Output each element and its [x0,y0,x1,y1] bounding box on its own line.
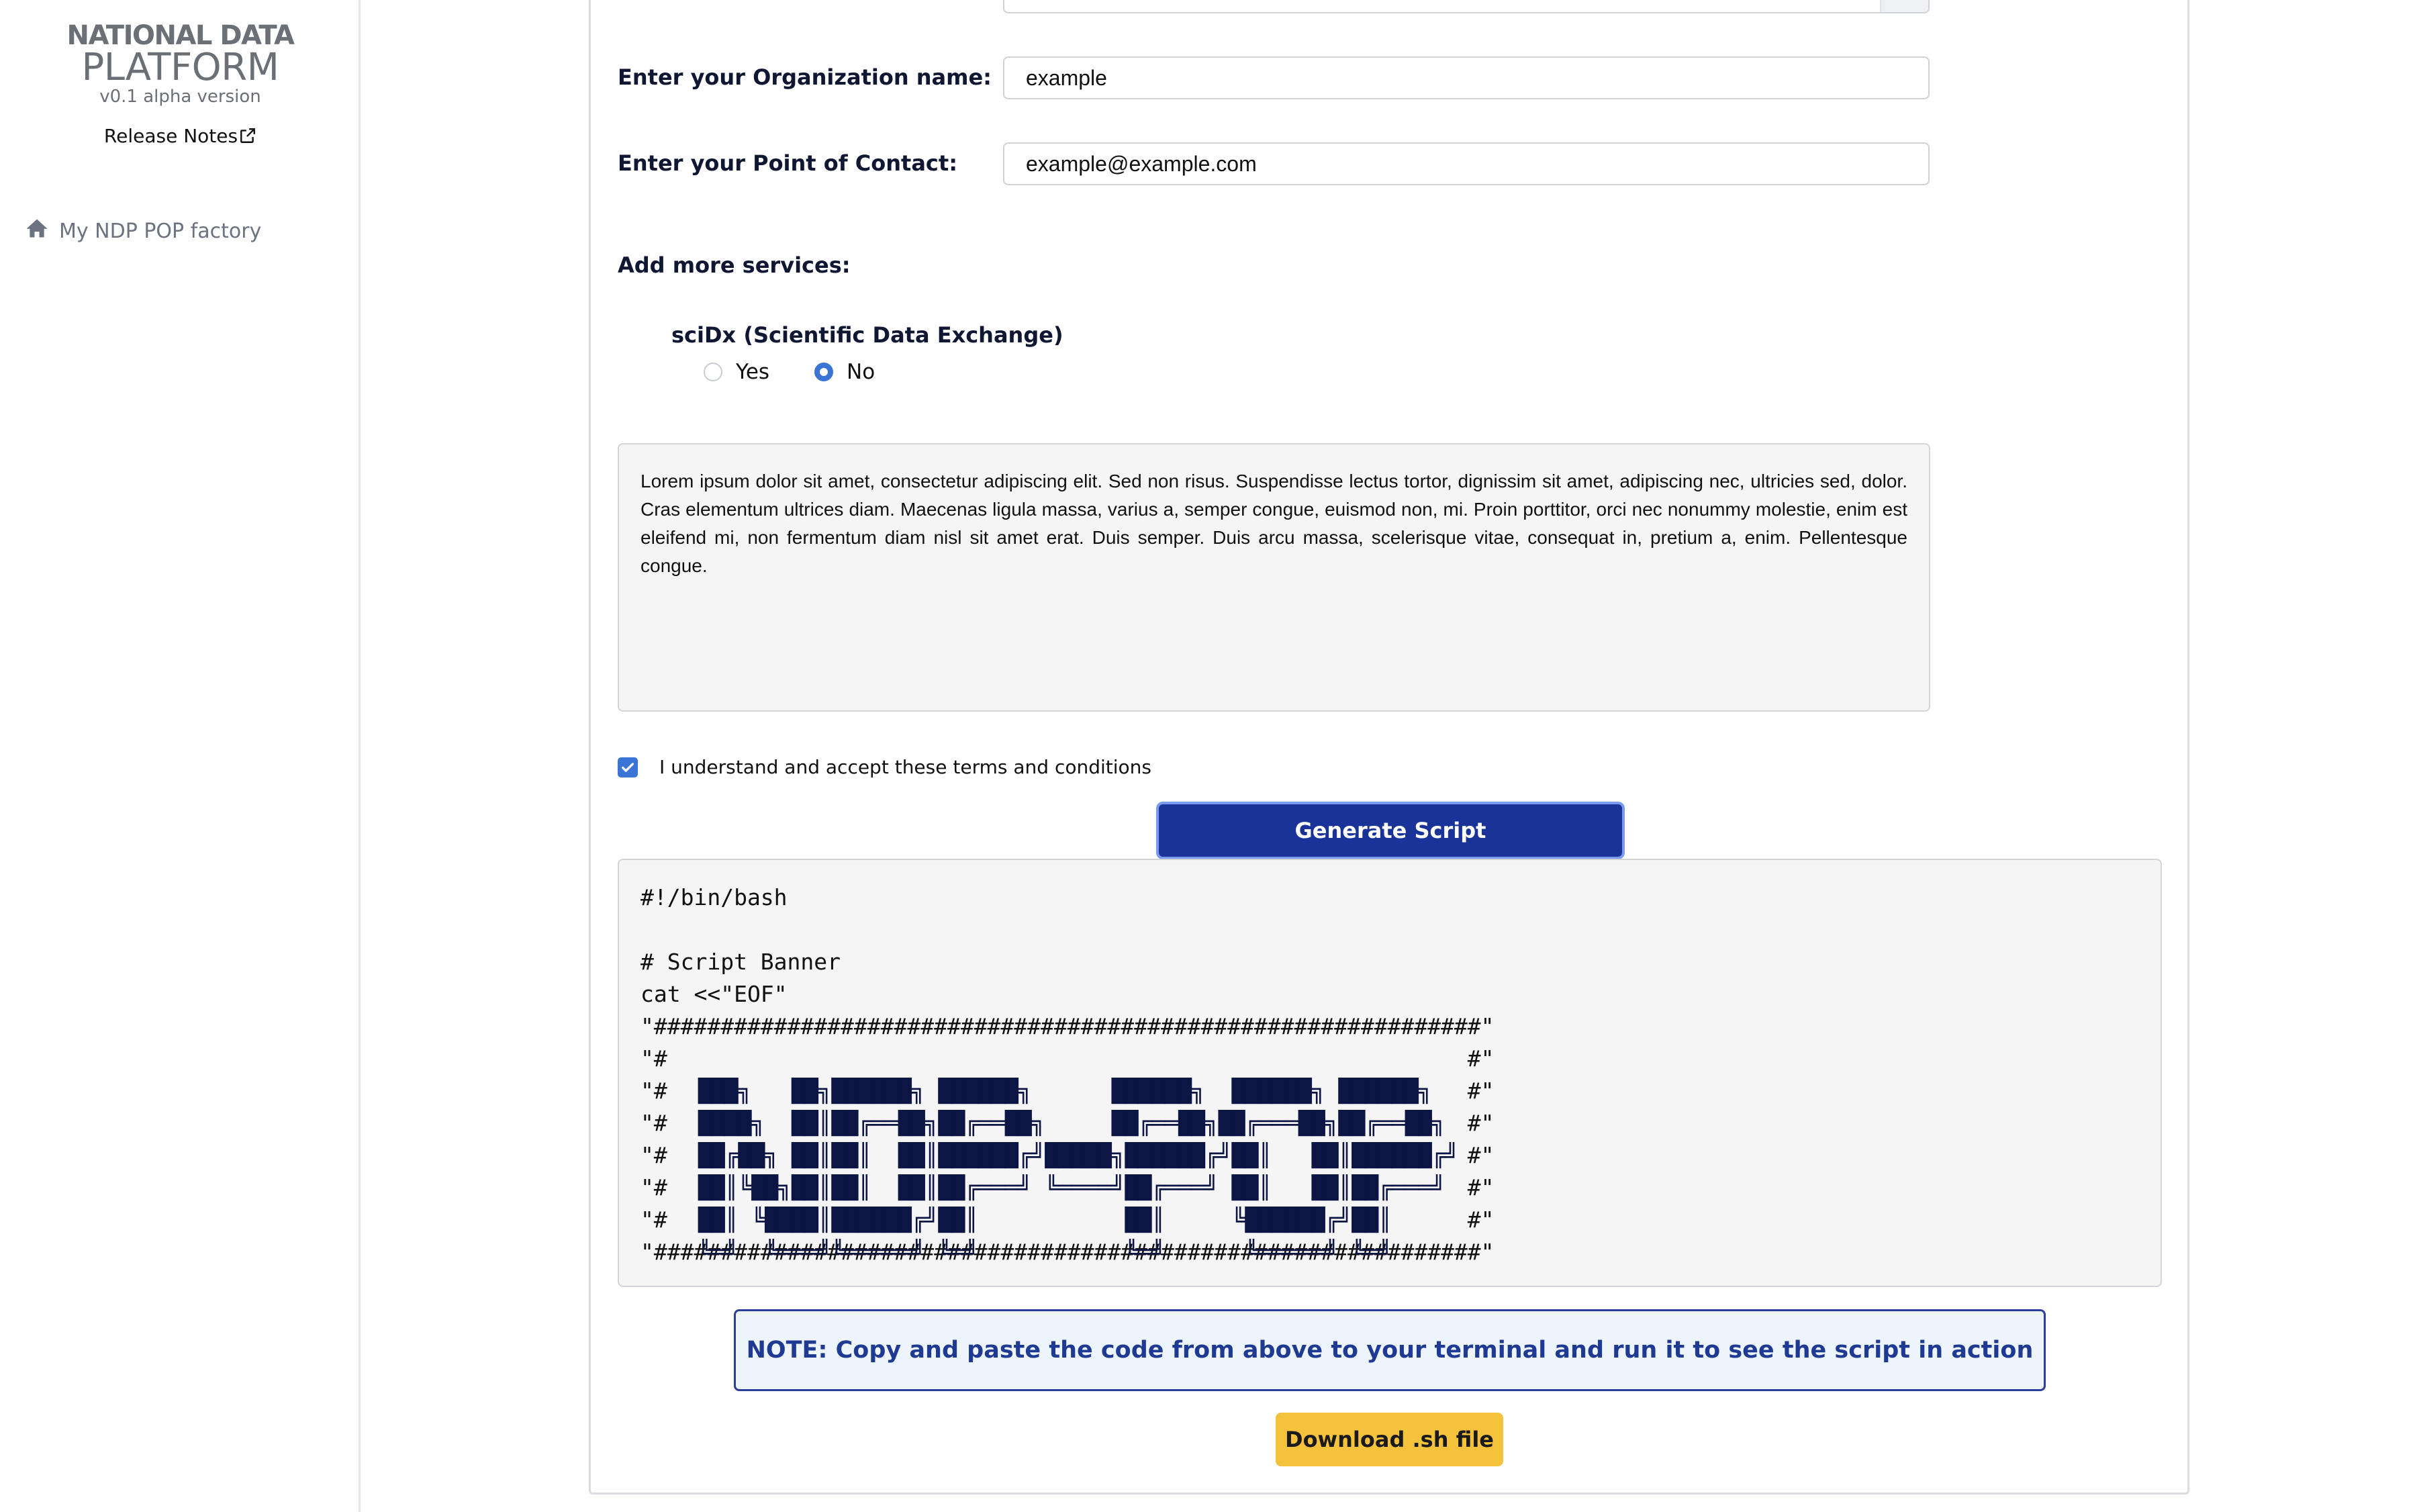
download-sh-button[interactable]: Download .sh file [1276,1413,1503,1466]
radio-no-label: No [847,360,875,384]
ndp-pop-ascii-art: ███╗ ██╗██████╗ ██████╗ ██████╗ ██████╗ … [698,1078,1459,1265]
terms-text-box[interactable]: Lorem ipsum dolor sit amet, consectetur … [618,443,1930,712]
sidebar-item-pop-factory[interactable]: My NDP POP factory [26,218,261,244]
scidx-no-option[interactable]: No [814,360,875,384]
checkmark-icon [622,762,634,772]
release-notes-link[interactable]: Release Notes [0,125,361,147]
org-name-label: Enter your Organization name: [618,64,992,90]
partially-hidden-field[interactable] [1003,0,1930,13]
sidebar: NATIONAL DATA PLATFORM v0.1 alpha versio… [0,0,361,1512]
contact-label: Enter your Point of Contact: [618,150,957,176]
platform-logo[interactable]: NATIONAL DATA PLATFORM v0.1 alpha versio… [0,20,361,107]
scidx-service-title: sciDx (Scientific Data Exchange) [671,322,1063,348]
generate-script-button[interactable]: Generate Script [1156,802,1625,859]
version-label: v0.1 alpha version [99,87,261,107]
radio-yes-label: Yes [736,360,770,384]
sidebar-item-label: My NDP POP factory [59,219,262,243]
terms-checkbox[interactable] [618,757,638,777]
note-banner: NOTE: Copy and paste the code from above… [734,1309,2046,1391]
radio-yes[interactable] [704,363,722,381]
contact-input[interactable] [1003,142,1930,185]
logo-line2: PLATFORM [81,46,279,89]
script-code: #!/bin/bash # Script Banner cat <<"EOF" … [641,884,1495,1039]
script-code-box[interactable]: #!/bin/bash # Script Banner cat <<"EOF" … [618,859,2162,1287]
home-icon [26,218,59,244]
org-name-input[interactable] [1003,56,1930,99]
note-text: NOTE: Copy and paste the code from above… [746,1337,2034,1364]
release-notes-label: Release Notes [103,125,238,147]
scidx-yes-option[interactable]: Yes [704,360,769,384]
add-services-label: Add more services: [618,252,851,278]
field-addon[interactable] [1880,0,1928,12]
terms-checkbox-label: I understand and accept these terms and … [659,756,1151,778]
terms-checkbox-row[interactable]: I understand and accept these terms and … [618,756,1151,778]
radio-no[interactable] [814,363,833,381]
external-link-icon [238,125,256,147]
